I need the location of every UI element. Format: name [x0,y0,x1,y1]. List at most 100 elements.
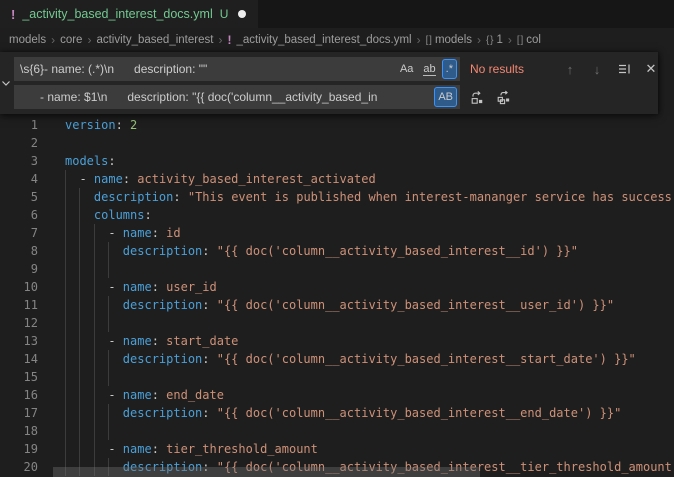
breadcrumb-item[interactable]: activity_based_interest [96,34,213,46]
line-number: 5 [0,188,38,206]
code-token: "{{ doc('column__activity_based_interest… [217,244,578,258]
find-inputbox: Aa ab .* [14,57,460,81]
breadcrumb-item[interactable]: models [9,34,46,46]
arrow-down-icon: ↓ [594,62,601,77]
replace-all-button[interactable] [492,87,514,107]
breadcrumb-item[interactable]: [ ]models [426,34,472,46]
indent-guide [94,242,95,260]
breadcrumb-item[interactable]: { }1 [486,34,503,46]
code-token: : [173,190,187,204]
code-line[interactable]: 12 [0,314,674,332]
line-number: 18 [0,422,38,440]
indent-guide [79,404,80,422]
code-line[interactable]: 7 - name: id [0,224,674,242]
code-token: : [152,388,166,402]
indent-guide [65,296,66,314]
code-line[interactable]: 18 [0,422,674,440]
close-icon: ✕ [646,61,657,77]
code-token: : [202,352,216,366]
next-match-button[interactable]: ↓ [586,59,608,79]
indent-guide [79,368,80,386]
code-token: "This event is published when interest-m… [188,190,672,204]
code-line[interactable]: 8 description: "{{ doc('column__activity… [0,242,674,260]
code-token: description [123,352,202,366]
code-line[interactable]: 19 - name: tier_threshold_amount [0,440,674,458]
breadcrumb-label: models [435,34,472,46]
code-line[interactable]: 14 description: "{{ doc('column__activit… [0,350,674,368]
match-case-toggle[interactable]: Aa [396,59,417,79]
code-line[interactable]: 1version: 2 [0,116,674,134]
preserve-case-toggle[interactable]: AB [434,87,457,107]
breadcrumb-item[interactable]: !_activity_based_interest_docs.yml [227,33,411,47]
horizontal-scrollbar[interactable] [53,467,480,477]
code-area: 1version: 223models:4 - name: activity_b… [0,114,674,477]
breadcrumb-label: core [60,34,82,46]
code-line[interactable]: 16 - name: end_date [0,386,674,404]
find-input[interactable] [16,62,394,76]
code-line[interactable]: 9 [0,260,674,278]
chevron-right-icon: › [477,33,481,47]
indent-guide [65,278,66,296]
breadcrumb-item[interactable]: core [60,34,82,46]
line-number: 12 [0,314,38,332]
code-token: activity_based_interest_activated [137,172,375,186]
code-line[interactable]: 13 - name: start_date [0,332,674,350]
toggle-replace-button[interactable] [0,52,12,114]
code-text: columns: [65,206,674,224]
yaml-icon: ! [227,33,231,47]
chevron-down-icon [0,77,12,89]
code-text: description: "{{ doc('column__activity_b… [65,296,674,314]
code-line[interactable]: 10 - name: user_id [0,278,674,296]
code-token: name [123,280,152,294]
indent-guide [79,386,80,404]
previous-match-button[interactable]: ↑ [559,59,581,79]
yaml-file-icon: ! [11,7,15,22]
indent-guide [108,242,109,260]
indent-guide [65,422,66,440]
symbol-array-icon: [ ] [517,35,522,46]
chevron-right-icon: › [508,33,512,47]
code-text [65,314,674,332]
indent-guide [79,422,80,440]
code-text [65,134,674,152]
close-find-widget-button[interactable]: ✕ [640,59,662,79]
line-number: 20 [0,458,38,476]
indent-guide [79,332,80,350]
indent-guide [94,278,95,296]
tab-title: _activity_based_interest_docs.yml [22,7,212,21]
code-line[interactable]: 17 description: "{{ doc('column__activit… [0,404,674,422]
code-text: models: [65,152,674,170]
code-line[interactable]: 3models: [0,152,674,170]
code-token: description [123,406,202,420]
breadcrumb-item[interactable]: [ ]col [517,34,541,46]
indent-guide [108,350,109,368]
code-line[interactable]: 15 [0,368,674,386]
indent-guide [79,188,80,206]
tab-active-file[interactable]: ! _activity_based_interest_docs.yml U [0,0,258,28]
code-token: : [108,154,115,168]
indent-guide [65,206,66,224]
indent-guide [79,314,80,332]
regex-toggle[interactable]: .* [442,59,457,79]
indent-guide [94,314,95,332]
code-line[interactable]: 2 [0,134,674,152]
code-line[interactable]: 4 - name: activity_based_interest_activa… [0,170,674,188]
dirty-indicator-icon[interactable] [238,10,246,18]
line-number: 10 [0,278,38,296]
indent-guide [79,206,80,224]
code-text: - name: user_id [65,278,674,296]
whole-word-toggle[interactable]: ab [419,59,439,79]
replace-one-button[interactable] [465,87,487,107]
replace-input[interactable] [16,90,432,104]
code-line[interactable]: 5 description: "This event is published … [0,188,674,206]
line-number: 4 [0,170,38,188]
arrow-up-icon: ↑ [567,62,574,77]
find-in-selection-button[interactable] [613,59,635,79]
code-line[interactable]: 6 columns: [0,206,674,224]
code-token: : [152,442,166,456]
selection-icon [617,62,631,76]
indent-guide [65,368,66,386]
code-line[interactable]: 11 description: "{{ doc('column__activit… [0,296,674,314]
indent-guide [65,350,66,368]
find-widget: Aa ab .* No results ↑ ↓ ✕ AB [0,52,658,114]
